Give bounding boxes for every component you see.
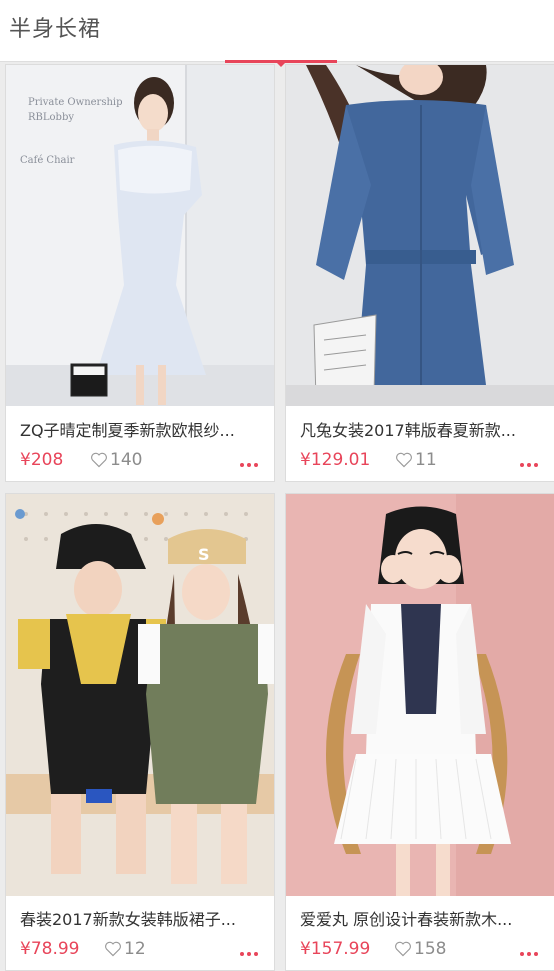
product-title[interactable]: 凡兔女装2017韩版春夏新款... <box>300 417 540 441</box>
like-count[interactable]: 158 <box>394 939 446 959</box>
product-title[interactable]: 春装2017新款女装韩版裙子... <box>20 906 260 930</box>
heart-icon <box>105 941 121 957</box>
product-title[interactable]: ZQ子晴定制夏季新款欧根纱... <box>20 417 260 441</box>
product-price: ¥78.99 <box>20 939 80 959</box>
svg-text:Private Ownership: Private Ownership <box>28 97 123 108</box>
product-card[interactable]: S 春装2017新款女装韩版裙子... ¥78.99 12 <box>5 493 275 971</box>
like-count[interactable]: 11 <box>395 450 437 470</box>
page-title: 半身长裙 <box>9 17 102 42</box>
product-image[interactable]: S <box>6 494 274 896</box>
svg-text:Café Chair: Café Chair <box>20 155 75 166</box>
like-count[interactable]: 140 <box>90 450 142 470</box>
like-count[interactable]: 12 <box>104 939 146 959</box>
product-photo-girl-denim-dress <box>286 65 554 406</box>
product-price: ¥208 <box>20 450 64 470</box>
like-count-value: 140 <box>110 450 143 470</box>
product-photo-two-girls-overalls: S <box>6 494 274 896</box>
product-card[interactable]: Private Ownership RBLobby Café Chair ZQ子… <box>5 64 275 482</box>
product-title[interactable]: 爱爱丸 原创设计春装新款木... <box>300 906 540 930</box>
svg-text:RBLobby: RBLobby <box>28 112 74 123</box>
heart-icon <box>395 941 411 957</box>
product-price: ¥157.99 <box>300 939 371 959</box>
product-price: ¥129.01 <box>300 450 371 470</box>
product-card[interactable]: 爱爱丸 原创设计春装新款木... ¥157.99 158 <box>285 493 554 971</box>
heart-icon <box>396 452 412 468</box>
more-options-icon[interactable] <box>520 463 538 469</box>
more-options-icon[interactable] <box>240 952 258 958</box>
svg-text:S: S <box>198 545 210 564</box>
product-image[interactable]: Private Ownership RBLobby Café Chair <box>6 65 274 406</box>
heart-icon <box>91 452 107 468</box>
product-image[interactable] <box>286 65 554 406</box>
more-options-icon[interactable] <box>520 952 538 958</box>
product-image[interactable] <box>286 494 554 896</box>
product-photo-girl-light-blue-dress: Private Ownership RBLobby Café Chair <box>6 65 274 406</box>
product-card[interactable]: 凡兔女装2017韩版春夏新款... ¥129.01 11 <box>285 64 554 482</box>
more-options-icon[interactable] <box>240 463 258 469</box>
top-header: 半身长裙 <box>0 0 554 62</box>
like-count-value: 12 <box>124 939 146 959</box>
like-count-value: 158 <box>414 939 447 959</box>
product-photo-girl-white-dress <box>286 494 554 896</box>
like-count-value: 11 <box>415 450 437 470</box>
